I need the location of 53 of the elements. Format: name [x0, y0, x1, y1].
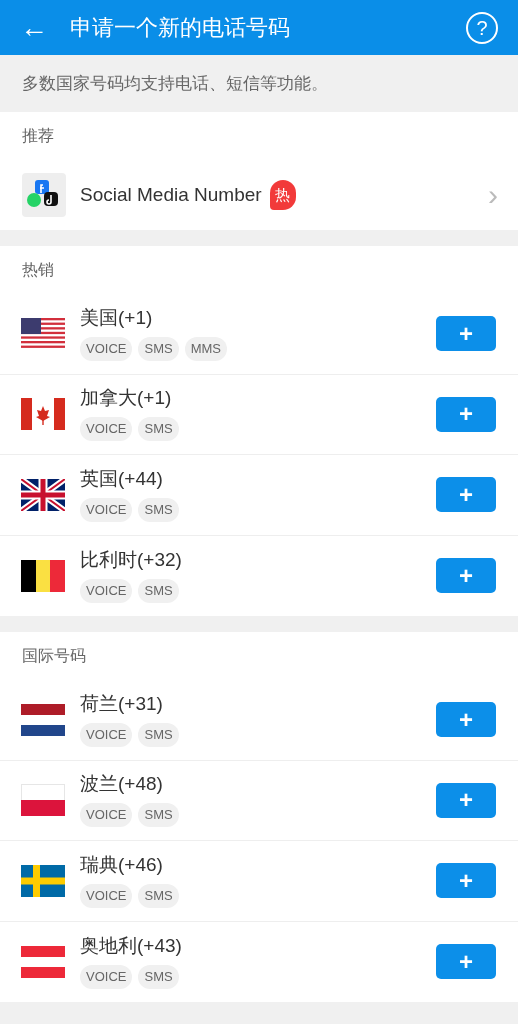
product-name: Social Media Number: [80, 182, 262, 207]
feature-tag: SMS: [138, 964, 179, 989]
feature-tag: VOICE: [80, 722, 133, 747]
flag-icon: [21, 559, 65, 592]
feature-tag: SMS: [138, 417, 179, 442]
country-name: 波兰(+48): [80, 773, 164, 796]
feature-tag: SMS: [138, 803, 179, 828]
flag-icon: [21, 398, 65, 431]
add-button[interactable]: +: [436, 316, 496, 352]
add-button[interactable]: +: [436, 558, 496, 594]
flag-icon: [21, 317, 65, 350]
flag-icon: [21, 784, 65, 817]
country-name: 美国(+1): [80, 306, 154, 329]
feature-tag: VOICE: [80, 497, 133, 522]
chevron-icon: ›: [488, 180, 498, 210]
hot-badge: 热: [269, 180, 296, 210]
feature-tag: VOICE: [80, 883, 133, 908]
back-button[interactable]: ←: [20, 13, 48, 42]
add-button[interactable]: +: [436, 863, 496, 899]
country-name: 奥地利(+43): [80, 934, 183, 957]
notice-text: 多数国家号码均支持电话、短信等功能。: [22, 72, 328, 95]
country-name: 比利时(+32): [80, 548, 183, 571]
add-button[interactable]: +: [436, 782, 496, 818]
country-name: 加拿大(+1): [80, 387, 173, 410]
flag-icon: [21, 478, 65, 511]
feature-tag: SMS: [138, 883, 179, 908]
feature-tag: SMS: [138, 497, 179, 522]
add-button[interactable]: +: [436, 396, 496, 432]
feature-tag: VOICE: [80, 803, 133, 828]
flag-icon: [21, 945, 65, 978]
flag-icon: [21, 703, 65, 736]
feature-tag: VOICE: [80, 578, 133, 603]
section-title: 热销: [22, 260, 54, 280]
feature-tag: VOICE: [80, 336, 133, 361]
feature-tag: SMS: [138, 578, 179, 603]
feature-tag: SMS: [138, 336, 179, 361]
country-name: 英国(+44): [80, 467, 164, 490]
add-button[interactable]: +: [436, 477, 496, 513]
add-button[interactable]: +: [436, 944, 496, 980]
section-title: 推荐: [22, 126, 54, 146]
page-title: 申请一个新的电话号码: [70, 14, 291, 42]
feature-tag: VOICE: [80, 417, 133, 442]
social-media-row[interactable]: Social Media Number 热 ›: [0, 160, 518, 230]
flag-icon: [21, 864, 65, 897]
feature-tag: VOICE: [80, 964, 133, 989]
country-name: 瑞典(+46): [80, 853, 164, 876]
feature-tag: MMS: [184, 336, 227, 361]
add-button[interactable]: +: [436, 702, 496, 738]
feature-tag: SMS: [138, 722, 179, 747]
section-title: 国际号码: [22, 646, 86, 666]
help-button[interactable]: ?: [466, 11, 498, 44]
country-name: 荷兰(+31): [80, 692, 164, 715]
social-apps-icon: [22, 173, 66, 217]
